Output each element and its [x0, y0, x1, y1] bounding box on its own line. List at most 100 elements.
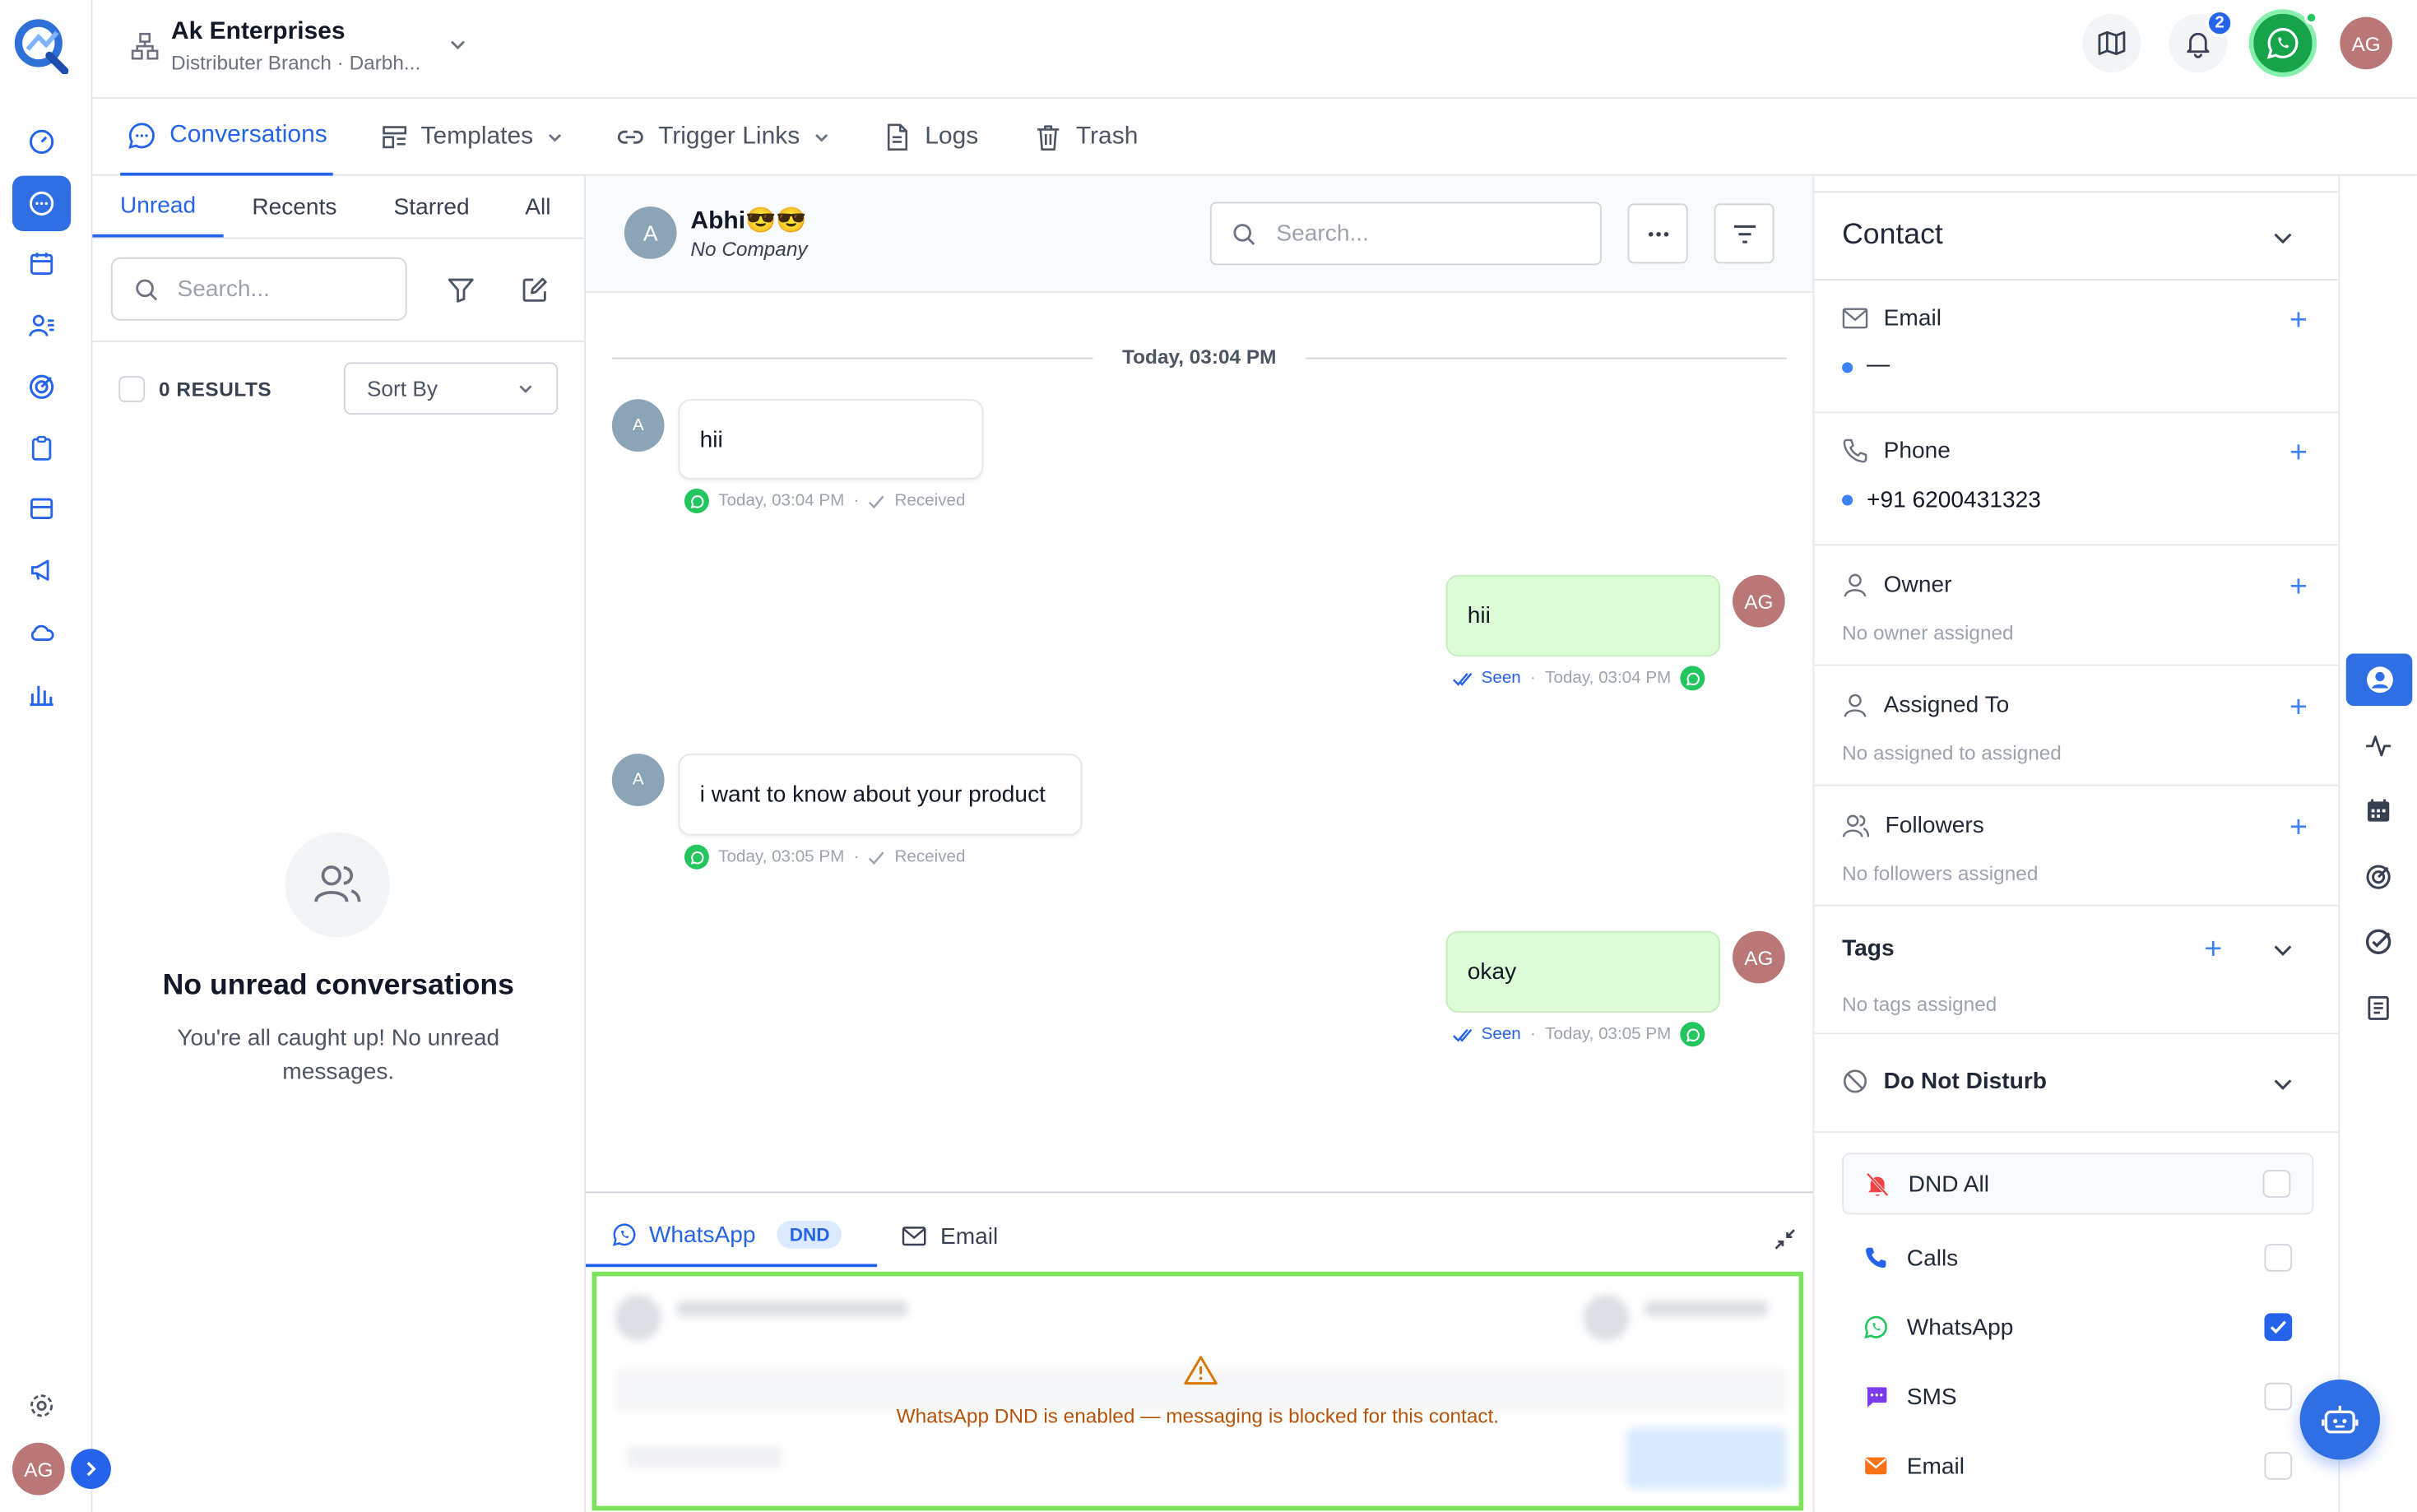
chat-area: A Abhi😎😎 No Company Search... Today, 03:… — [586, 175, 1813, 1512]
check-icon — [2270, 1320, 2286, 1334]
phone-value[interactable]: +91 6200431323 — [1867, 487, 2041, 513]
dnd-calls-checkbox[interactable] — [2264, 1244, 2293, 1272]
dnd-sms-row[interactable]: SMS — [1842, 1366, 2313, 1427]
search-icon — [136, 278, 158, 300]
dashboard-icon[interactable] — [12, 114, 71, 169]
assigned-value: No assigned to assigned — [1842, 741, 2062, 765]
dnd-chevron-icon[interactable] — [2271, 1071, 2295, 1096]
target-icon[interactable] — [2350, 852, 2408, 902]
add-email-button[interactable]: + — [2289, 305, 2308, 336]
contacts-icon[interactable] — [12, 298, 71, 353]
list-search-input[interactable]: Search... — [177, 276, 269, 302]
channel-tab-email[interactable]: Email — [902, 1205, 998, 1267]
dnd-whatsapp-checkbox[interactable] — [2264, 1313, 2293, 1342]
sms-icon — [1867, 1387, 1887, 1408]
template-icon — [383, 126, 407, 149]
notes-icon[interactable] — [2350, 983, 2408, 1032]
dnd-all-label: DND All — [1908, 1171, 1990, 1197]
more-options-button[interactable] — [1627, 203, 1688, 264]
tags-chevron-icon[interactable] — [2271, 937, 2295, 962]
chevron-down-icon — [548, 133, 561, 142]
app-logo[interactable] — [12, 16, 71, 74]
tab-trigger-links[interactable]: Trigger Links — [615, 99, 831, 176]
phone-section-title: Phone — [1842, 438, 1951, 464]
warning-icon — [1184, 1355, 1218, 1385]
main-tabs: Conversations Templates Trigger Links Lo… — [92, 99, 2417, 176]
add-tag-button[interactable]: + — [2204, 934, 2222, 964]
dnd-whatsapp-row[interactable]: WhatsApp — [1842, 1296, 2313, 1358]
owner-label: Owner — [1883, 572, 1952, 598]
org-name[interactable]: Ak Enterprises — [171, 18, 346, 46]
activity-icon[interactable] — [2350, 721, 2408, 771]
tags-value: No tags assigned — [1842, 992, 1997, 1016]
reports-icon[interactable] — [12, 666, 71, 721]
calendar-icon[interactable] — [2350, 786, 2408, 836]
add-owner-button[interactable]: + — [2289, 572, 2308, 602]
date-divider: Today, 03:04 PM — [1122, 345, 1277, 369]
compose-icon[interactable] — [519, 275, 550, 305]
contact-avatar[interactable]: A — [624, 206, 677, 259]
subtab-starred[interactable]: Starred — [373, 176, 489, 238]
dnd-all-checkbox[interactable] — [2262, 1170, 2291, 1198]
whatsapp-icon — [1680, 1022, 1705, 1047]
chat-search-input[interactable]: Search... — [1276, 220, 1368, 247]
channel-tab-whatsapp[interactable]: WhatsApp DND — [586, 1205, 878, 1268]
sort-dropdown[interactable]: Sort By — [343, 362, 559, 415]
online-dot — [2304, 11, 2319, 25]
bell-off-icon — [1866, 1171, 1889, 1196]
org-switch-chevron-icon[interactable] — [447, 34, 468, 55]
filter-lines-icon — [1733, 224, 1756, 243]
contact-details-button[interactable] — [2345, 653, 2413, 707]
map-button[interactable] — [2082, 13, 2141, 73]
list-search-box[interactable]: Search... — [110, 257, 407, 321]
user-avatar[interactable]: AG — [12, 1442, 65, 1496]
subtab-unread[interactable]: Unread — [92, 176, 224, 238]
tab-logs[interactable]: Logs — [882, 99, 978, 176]
dnd-sms-checkbox[interactable] — [2264, 1382, 2293, 1411]
dnd-calls-row[interactable]: Calls — [1842, 1227, 2313, 1288]
dnd-email-row[interactable]: Email — [1842, 1435, 2313, 1496]
tab-templates[interactable]: Templates — [381, 99, 564, 176]
message-meta: Seen · Today, 03:05 PM — [1452, 1022, 1705, 1047]
dnd-email-checkbox[interactable] — [2264, 1452, 2293, 1480]
calendar-icon[interactable] — [12, 236, 71, 291]
settings-icon[interactable] — [12, 1378, 71, 1433]
task-check-icon[interactable] — [2350, 917, 2408, 967]
email-value[interactable]: — — [1867, 351, 1890, 378]
whatsapp-icon — [1680, 666, 1705, 691]
section-divider — [1814, 664, 2339, 666]
dnd-all-row[interactable]: DND All — [1842, 1153, 2314, 1215]
chatbot-button[interactable] — [2299, 1379, 2380, 1460]
profile-avatar[interactable]: AG — [2340, 16, 2392, 70]
add-assignee-button[interactable]: + — [2289, 692, 2308, 722]
assigned-section-title: Assigned To — [1842, 692, 2009, 718]
dnd-email-label: Email — [1906, 1452, 1965, 1479]
target-icon[interactable] — [12, 359, 71, 415]
conversations-icon[interactable] — [12, 175, 72, 232]
chat-search-box[interactable]: Search... — [1209, 202, 1602, 266]
tab-conversations[interactable]: Conversations — [120, 99, 334, 176]
tab-trigger-links-label: Trigger Links — [658, 123, 800, 150]
contact-collapse-chevron-icon[interactable] — [2271, 225, 2295, 250]
sort-label: Sort By — [366, 376, 438, 401]
select-all-checkbox[interactable] — [118, 376, 146, 403]
clipboard-icon[interactable] — [12, 421, 71, 476]
chat-filter-button[interactable] — [1714, 203, 1774, 264]
megaphone-icon[interactable] — [12, 543, 71, 598]
cloud-icon[interactable] — [12, 604, 71, 659]
inbox-icon[interactable] — [12, 481, 71, 536]
subtab-all[interactable]: All — [508, 176, 567, 238]
tab-trash[interactable]: Trash — [1032, 99, 1138, 176]
message-avatar: A — [611, 754, 665, 806]
subtab-recents[interactable]: Recents — [234, 176, 355, 238]
empty-text: You're all caught up! No unread messages… — [177, 1025, 500, 1086]
mail-icon — [1865, 1457, 1887, 1475]
contact-name[interactable]: Abhi😎😎 — [690, 205, 806, 235]
add-phone-button[interactable]: + — [2289, 438, 2308, 468]
message-status: Received — [894, 847, 966, 867]
add-follower-button[interactable]: + — [2289, 812, 2308, 842]
collapse-composer-icon[interactable] — [1773, 1227, 1798, 1251]
filter-icon[interactable] — [445, 275, 476, 305]
message-status: Received — [894, 491, 966, 511]
section-divider — [1814, 904, 2339, 907]
